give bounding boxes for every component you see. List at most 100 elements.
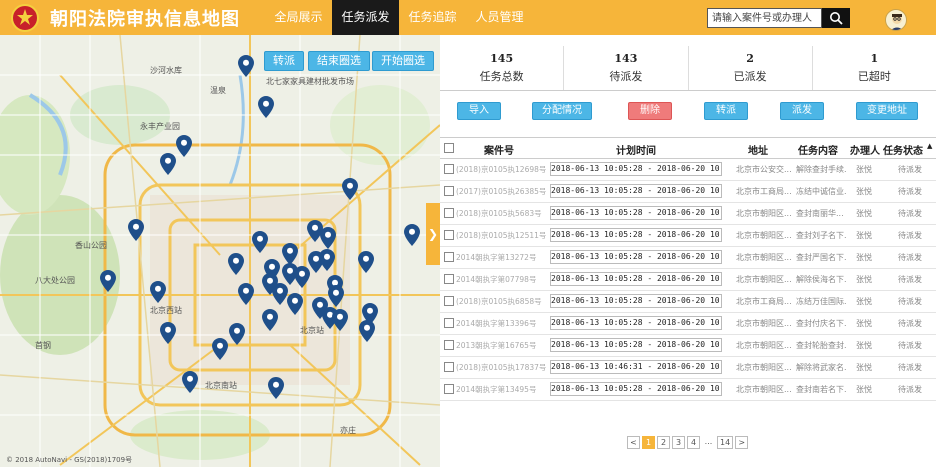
select-all-checkbox[interactable] [444, 143, 454, 153]
map-label: 永丰产业园 [140, 122, 180, 131]
table-row[interactable]: 2013朝执字第16765号 2018-06-13 10:05:28 - 2018… [440, 335, 936, 357]
transfer-map-button[interactable]: 转派 [264, 51, 304, 71]
map-pin-icon[interactable] [182, 371, 198, 393]
cell-planned-time[interactable]: 2018-06-13 10:46:31 - 2018-06-20 10:46:3… [550, 360, 722, 374]
cell-planned-time[interactable]: 2018-06-13 10:05:28 - 2018-06-20 10:05:2… [550, 250, 722, 264]
page-button[interactable]: 1 [642, 436, 655, 449]
dispatch-button[interactable]: 派发 [780, 102, 824, 120]
map-pin-icon[interactable] [160, 153, 176, 175]
map-pin-icon[interactable] [358, 251, 374, 273]
delete-button[interactable]: 删除 [628, 102, 672, 120]
map-pin-icon[interactable] [258, 96, 274, 118]
map-pin-icon[interactable] [176, 135, 192, 157]
table-row[interactable]: (2017)京0105执26385号 2018-06-13 10:05:28 - … [440, 181, 936, 203]
row-checkbox[interactable] [444, 252, 454, 262]
cell-planned-time[interactable]: 2018-06-13 10:05:28 - 2018-06-20 10:05:2… [550, 162, 722, 176]
map-pin-icon[interactable] [328, 285, 344, 307]
cell-planned-time[interactable]: 2018-06-13 10:05:28 - 2018-06-20 10:05:2… [550, 382, 722, 396]
search-button[interactable] [822, 8, 850, 28]
cell-planned-time[interactable]: 2018-06-13 10:05:28 - 2018-06-20 10:05:2… [550, 316, 722, 330]
search-input[interactable] [707, 8, 822, 28]
map-pin-icon[interactable] [359, 320, 375, 342]
row-checkbox[interactable] [444, 186, 454, 196]
row-checkbox[interactable] [444, 296, 454, 306]
map-pin-icon[interactable] [229, 323, 245, 345]
page-button[interactable]: 3 [672, 436, 685, 449]
map-view[interactable]: 北七家家具建材批发市场 温泉 沙河水库 永丰产业园 香山公园 八大处公园 首钢 … [0, 35, 440, 467]
page-button[interactable]: 2 [657, 436, 670, 449]
map-label: 北京西站 [150, 306, 182, 315]
page-button[interactable]: 14 [717, 436, 734, 449]
page-prev-button[interactable]: < [627, 436, 640, 449]
cell-handler: 张悦 [856, 187, 872, 196]
cell-task-content: 查封付庆名下... [796, 319, 846, 328]
col-case-number[interactable]: 案件号 [484, 142, 514, 157]
map-pin-icon[interactable] [238, 283, 254, 305]
map-pin-icon[interactable] [228, 253, 244, 275]
col-task-status[interactable]: 任务状态 [883, 142, 923, 157]
map-pin-icon[interactable] [128, 219, 144, 241]
cell-planned-time[interactable]: 2018-06-13 10:05:28 - 2018-06-20 10:05:2… [550, 228, 722, 242]
table-row[interactable]: 2014朝执字第13396号 2018-06-13 10:05:28 - 2018… [440, 313, 936, 335]
transfer-button[interactable]: 转派 [704, 102, 748, 120]
table-row[interactable]: 2014朝执字第13272号 2018-06-13 10:05:28 - 2018… [440, 247, 936, 269]
map-pin-icon[interactable] [268, 377, 284, 399]
map-pin-icon[interactable] [342, 178, 358, 200]
start-selection-button[interactable]: 开始圈选 [372, 51, 434, 71]
nav-staff-management[interactable]: 人员管理 [466, 0, 533, 35]
page-next-button[interactable]: > [735, 436, 749, 449]
map-pin-icon[interactable] [294, 266, 310, 288]
nav-task-tracking[interactable]: 任务追踪 [399, 0, 466, 35]
map-pin-icon[interactable] [150, 281, 166, 303]
table-row[interactable]: (2018)京0105执12511号 2018-06-13 10:05:28 - … [440, 225, 936, 247]
change-address-button[interactable]: 变更地址 [856, 102, 918, 120]
row-checkbox[interactable] [444, 318, 454, 328]
map-pin-icon[interactable] [282, 243, 298, 265]
map-pin-icon[interactable] [404, 224, 420, 246]
row-checkbox[interactable] [444, 274, 454, 284]
map-pin-icon[interactable] [319, 249, 335, 271]
cell-planned-time[interactable]: 2018-06-13 10:05:28 - 2018-06-20 10:05:2… [550, 338, 722, 352]
table-row[interactable]: (2018)京0105执6858号 2018-06-13 10:05:28 - 2… [440, 291, 936, 313]
col-planned-time[interactable]: 计划时间 [616, 142, 656, 157]
row-checkbox[interactable] [444, 208, 454, 218]
cell-case-number: 2014朝执字第07798号 [456, 275, 537, 284]
allocation-button[interactable]: 分配情况 [532, 102, 592, 120]
table-row[interactable]: 2014朝执字第13495号 2018-06-13 10:05:28 - 2018… [440, 379, 936, 401]
table-row[interactable]: (2018)京0105执12698号 2018-06-13 10:05:28 - … [440, 159, 936, 181]
row-checkbox[interactable] [444, 230, 454, 240]
map-pin-icon[interactable] [238, 55, 254, 77]
map-pin-icon[interactable] [252, 231, 268, 253]
cell-planned-time[interactable]: 2018-06-13 10:05:28 - 2018-06-20 10:05:2… [550, 206, 722, 220]
import-button[interactable]: 导入 [457, 102, 501, 120]
cell-planned-time[interactable]: 2018-06-13 10:05:28 - 2018-06-20 10:05:2… [550, 272, 722, 286]
map-pin-icon[interactable] [100, 270, 116, 292]
cell-planned-time[interactable]: 2018-06-13 10:05:28 - 2018-06-20 10:05:2… [550, 294, 722, 308]
map-pin-icon[interactable] [287, 293, 303, 315]
end-selection-button[interactable]: 结束圈选 [308, 51, 370, 71]
table-row[interactable]: (2018)京0105执17837号 2018-06-13 10:46:31 - … [440, 357, 936, 379]
map-pin-icon[interactable] [332, 309, 348, 331]
col-address[interactable]: 地址 [748, 142, 768, 157]
row-checkbox[interactable] [444, 164, 454, 174]
row-checkbox[interactable] [444, 340, 454, 350]
page-button[interactable]: 4 [687, 436, 700, 449]
cell-planned-time[interactable]: 2018-06-13 10:05:28 - 2018-06-20 10:05:2… [550, 184, 722, 198]
map-pin-icon[interactable] [262, 309, 278, 331]
col-handler[interactable]: 办理人 [850, 142, 880, 157]
table-row[interactable]: 2014朝执字第07798号 2018-06-13 10:05:28 - 2018… [440, 269, 936, 291]
col-task-content[interactable]: 任务内容 [798, 142, 838, 157]
map-pin-icon[interactable] [320, 227, 336, 249]
table-row[interactable]: (2018)京0105执5683号 2018-06-13 10:05:28 - 2… [440, 203, 936, 225]
map-pin-icon[interactable] [272, 283, 288, 305]
row-checkbox[interactable] [444, 384, 454, 394]
map-pin-icon[interactable] [212, 338, 228, 360]
collapse-panel-button[interactable]: ❯ [426, 203, 440, 265]
nav-task-dispatch[interactable]: 任务派发 [332, 0, 399, 35]
nav-overview[interactable]: 全局展示 [265, 0, 332, 35]
sort-asc-icon[interactable]: ▲ [927, 142, 932, 150]
row-checkbox[interactable] [444, 362, 454, 372]
user-avatar-icon[interactable] [885, 9, 907, 31]
cell-address: 北京市朝阳区... [736, 275, 792, 284]
map-pin-icon[interactable] [160, 322, 176, 344]
